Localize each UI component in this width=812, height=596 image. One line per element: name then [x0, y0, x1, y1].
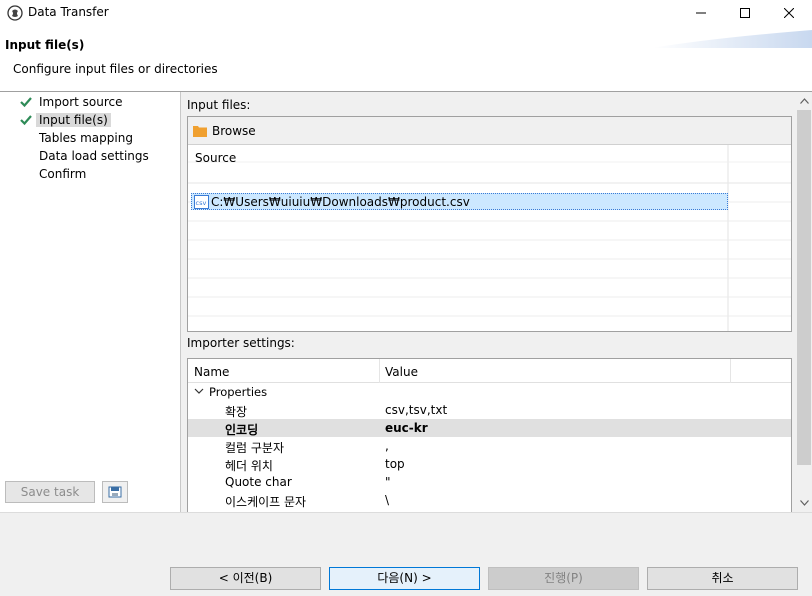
task-settings-button[interactable]	[102, 481, 128, 503]
minimize-button[interactable]	[678, 0, 724, 26]
chevron-up-icon	[799, 98, 809, 104]
header-decoration	[652, 30, 812, 48]
property-name: 확장	[225, 405, 248, 419]
property-name: Quote char	[225, 475, 292, 489]
browse-label: Browse	[212, 124, 256, 138]
importer-settings-table: Name Value Properties 확장 csv,tsv,txt 인코딩 eu…	[187, 358, 792, 512]
property-name: 헤더 위치	[225, 459, 273, 473]
nav-step-3[interactable]: Data load settings	[0, 148, 181, 165]
table-row[interactable]: 헤더 위치 top	[188, 455, 791, 473]
nav-step-label: Confirm	[39, 167, 87, 181]
close-icon	[784, 8, 794, 18]
nav-step-label: Import source	[39, 95, 123, 109]
checkmark-icon	[20, 115, 32, 126]
input-files-label: Input files:	[187, 98, 251, 112]
svg-text:csv: csv	[196, 199, 207, 207]
property-name: 인코딩	[225, 423, 259, 437]
property-value[interactable]: top	[385, 457, 405, 471]
table-row[interactable]: csv C:₩Users₩uiuiu₩Downloads₩product.csv	[191, 193, 728, 210]
proceed-button[interactable]: 진행(P)	[488, 567, 639, 590]
vertical-scrollbar[interactable]	[796, 92, 812, 512]
nav-step-label: Input file(s)	[36, 113, 111, 127]
chevron-down-icon[interactable]	[194, 386, 204, 396]
scroll-down-button[interactable]	[796, 494, 812, 512]
settings-header: Name Value	[188, 359, 791, 383]
next-button[interactable]: 다음(N) >	[329, 567, 480, 590]
page-subtitle: Configure input files or directories	[13, 62, 218, 76]
nav-step-4[interactable]: Confirm	[0, 166, 181, 183]
browse-button[interactable]: Browse	[188, 117, 791, 145]
window-title: Data Transfer	[28, 5, 109, 19]
save-task-button[interactable]: Save task	[5, 481, 95, 503]
property-name: 이스케이프 문자	[225, 495, 307, 509]
property-value[interactable]: csv,tsv,txt	[385, 403, 447, 417]
properties-group[interactable]: Properties	[209, 385, 267, 399]
scrollbar-thumb[interactable]	[797, 110, 811, 465]
cancel-button[interactable]: 취소	[647, 567, 798, 590]
file-path: C:₩Users₩uiuiu₩Downloads₩product.csv	[211, 195, 470, 209]
property-value[interactable]: "	[385, 475, 391, 489]
property-value[interactable]: euc-kr	[385, 421, 428, 435]
maximize-icon	[740, 8, 750, 18]
table-row[interactable]: 이스케이프 문자 \	[188, 491, 791, 509]
wizard-steps-panel: Import source Input file(s) Tables mapping…	[0, 92, 181, 512]
back-button[interactable]: < 이전(B)	[170, 567, 321, 590]
importer-settings-label: Importer settings:	[187, 336, 295, 350]
property-value[interactable]: \	[385, 493, 389, 507]
csv-file-icon: csv	[194, 195, 209, 209]
wizard-footer: < 이전(B) 다음(N) > 진행(P) 취소	[0, 512, 812, 596]
source-column-header[interactable]: Source	[195, 151, 236, 165]
app-icon	[7, 5, 23, 21]
nav-step-2[interactable]: Tables mapping	[0, 130, 181, 147]
table-row[interactable]: 확장 csv,tsv,txt	[188, 401, 791, 419]
close-button[interactable]	[766, 0, 812, 26]
table-row[interactable]: 컬럼 구분자,	[188, 437, 791, 455]
table-row[interactable]: 인코딩 euc-kr	[188, 419, 791, 437]
maximize-button[interactable]	[722, 0, 768, 26]
nav-step-0[interactable]: Import source	[0, 94, 181, 111]
nav-step-1[interactable]: Input file(s)	[0, 112, 181, 129]
name-column-header[interactable]: Name	[194, 365, 229, 379]
title-bar: Data Transfer	[0, 0, 812, 26]
nav-step-label: Data load settings	[39, 149, 149, 163]
folder-icon	[193, 126, 207, 137]
chevron-down-icon	[799, 500, 809, 506]
minimize-icon	[696, 12, 706, 14]
property-value[interactable]: ,	[385, 439, 389, 453]
files-grid	[188, 145, 791, 331]
wizard-header: Input file(s) Configure input files or d…	[0, 26, 812, 92]
nav-step-label: Tables mapping	[39, 131, 133, 145]
main-panel: Input files: Browse Source csv C:₩Users₩…	[181, 92, 812, 512]
save-settings-icon	[108, 486, 122, 498]
page-title: Input file(s)	[5, 38, 85, 52]
checkmark-icon	[20, 97, 32, 108]
value-column-header[interactable]: Value	[385, 365, 418, 379]
scroll-up-button[interactable]	[796, 92, 812, 110]
property-name: 컬럼 구분자	[225, 441, 285, 455]
table-row[interactable]: Quote char "	[188, 473, 791, 491]
input-files-table: Browse Source csv C:₩Users₩uiuiu₩Downloa…	[187, 116, 792, 332]
